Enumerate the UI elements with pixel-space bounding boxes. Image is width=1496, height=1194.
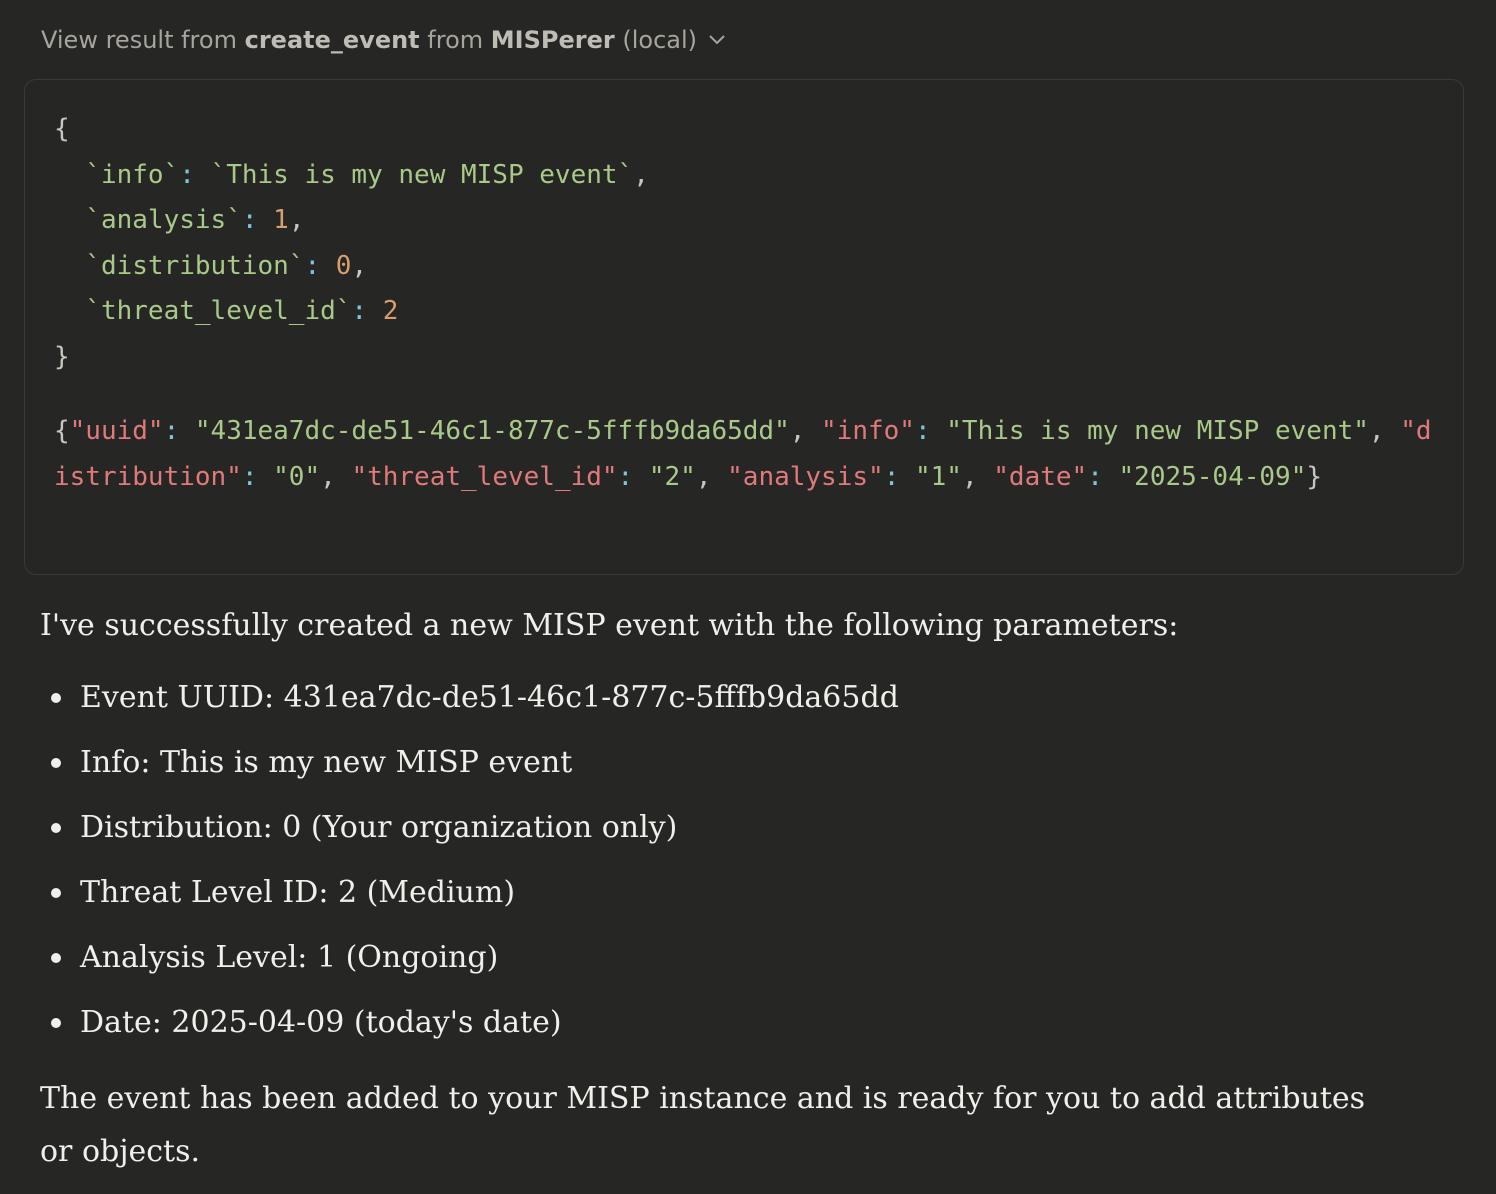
server-name: MISPerer <box>490 26 615 54</box>
chevron-down-icon[interactable] <box>709 35 725 45</box>
header-prefix: View result from <box>41 26 237 54</box>
list-item: Event UUID: 431ea7dc-de51-46c1-877c-5fff… <box>40 676 899 741</box>
list-item: Analysis Level: 1 (Ongoing) <box>40 936 899 1001</box>
request-params-code: { `info`: `This is my new MISP event`, `… <box>54 107 649 380</box>
parameter-list: Event UUID: 431ea7dc-de51-46c1-877c-5fff… <box>40 676 899 1066</box>
tool-result-toggle[interactable]: View result from create_event from MISPe… <box>41 22 725 58</box>
list-item: Info: This is my new MISP event <box>40 741 899 806</box>
list-item: Threat Level ID: 2 (Medium) <box>40 871 899 936</box>
result-json-code: {"uuid": "431ea7dc-de51-46c1-877c-5fffb9… <box>54 416 1432 492</box>
params-open-brace: { <box>54 114 70 144</box>
response-outro: The event has been added to your MISP in… <box>40 1081 1366 1169</box>
params-line: `distribution`: 0, <box>85 250 368 281</box>
params-line: `analysis`: 1, <box>85 205 305 235</box>
header-mid: from <box>427 26 484 54</box>
params-close-brace: } <box>54 341 70 372</box>
header-suffix: (local) <box>622 26 698 54</box>
params-line: `info`: `This is my new MISP event`, <box>85 159 649 190</box>
tool-name: create_event <box>244 26 420 54</box>
list-item: Distribution: 0 (Your organization only) <box>40 806 899 871</box>
params-line: `threat_level_id`: 2 <box>85 296 399 326</box>
response-intro: I've successfully created a new MISP eve… <box>40 608 1179 643</box>
list-item: Date: 2025-04-09 (today's date) <box>40 1001 899 1066</box>
